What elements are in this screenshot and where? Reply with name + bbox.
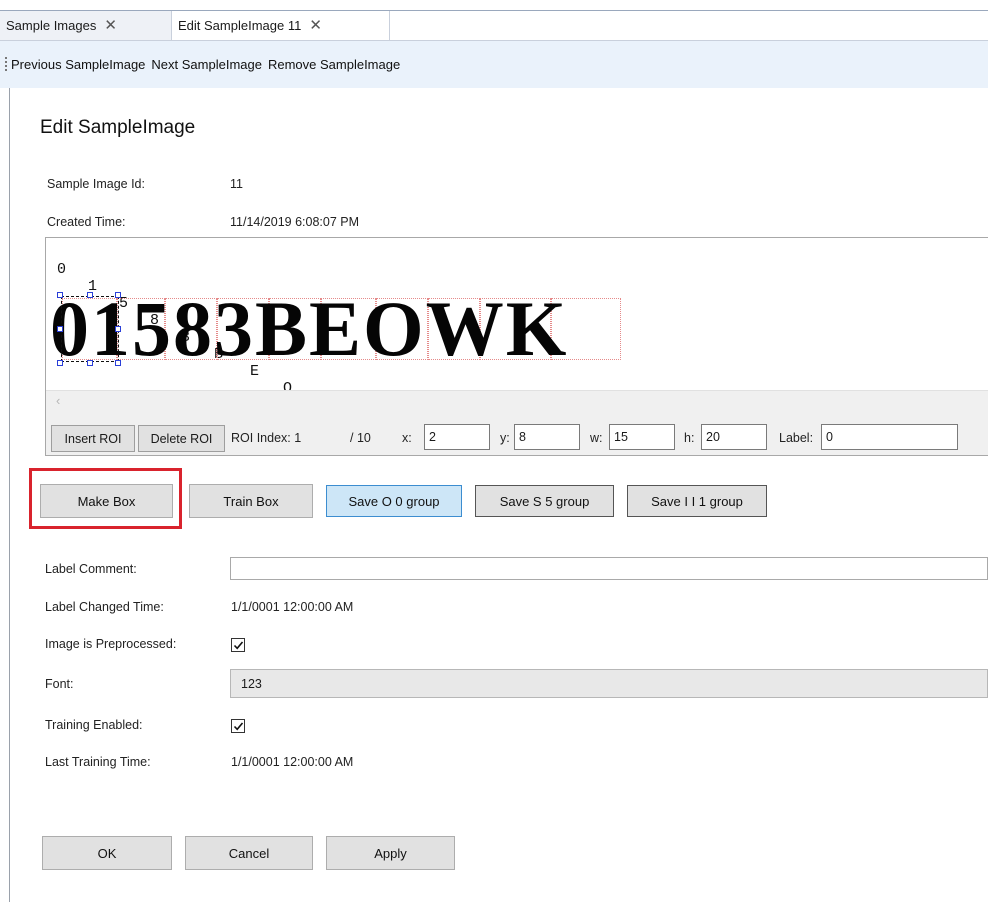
label-label: Label: — [779, 431, 814, 445]
y-input[interactable]: 8 — [514, 424, 580, 450]
highlight-box — [29, 468, 182, 529]
x-label: x: — [402, 431, 412, 445]
delete-roi-button[interactable]: Delete ROI — [138, 425, 225, 452]
tab-label: Sample Images — [6, 18, 97, 33]
checkmark-icon — [233, 722, 244, 731]
label-changed-time-value: 1/1/0001 12:00:00 AM — [231, 600, 354, 614]
resize-handle[interactable] — [115, 326, 121, 332]
training-enabled-label: Training Enabled: — [45, 718, 143, 732]
grip-icon[interactable] — [5, 56, 7, 73]
tab-edit-sampleimage[interactable]: Edit SampleImage 11 ✕ — [172, 11, 390, 40]
label-comment-field[interactable] — [230, 557, 988, 580]
save-s-5-group-button[interactable]: Save S 5 group — [475, 485, 614, 517]
y-label: y: — [500, 431, 510, 445]
close-icon[interactable]: ✕ — [104, 18, 117, 33]
image-preprocessed-label: Image is Preprocessed: — [45, 637, 177, 651]
roi-index-label: ROI Index: 1 — [231, 431, 302, 445]
last-training-time-label: Last Training Time: — [45, 755, 151, 769]
tab-strip: Sample Images ✕ Edit SampleImage 11 ✕ — [0, 0, 988, 40]
x-input[interactable]: 2 — [424, 424, 490, 450]
resize-handle[interactable] — [87, 292, 93, 298]
sample-image-id-label: Sample Image Id: — [47, 177, 145, 191]
roi-letter: 0 — [57, 261, 67, 278]
chevron-left-icon[interactable]: ‹ — [56, 393, 60, 408]
label-input[interactable]: 0 — [821, 424, 958, 450]
resize-handle[interactable] — [57, 326, 63, 332]
created-time-value: 11/14/2019 6:08:07 PM — [230, 215, 360, 229]
remove-sampleimage-button[interactable]: Remove SampleImage — [268, 57, 400, 72]
selected-roi[interactable] — [61, 296, 119, 362]
last-training-time-value: 1/1/0001 12:00:00 AM — [231, 755, 354, 769]
close-icon[interactable]: ✕ — [309, 18, 322, 33]
tab-label: Edit SampleImage 11 — [178, 18, 302, 33]
h-label: h: — [684, 431, 695, 445]
label-changed-time-label: Label Changed Time: — [45, 600, 164, 614]
insert-roi-button[interactable]: Insert ROI — [51, 425, 135, 452]
train-box-button[interactable]: Train Box — [189, 484, 313, 518]
divider — [9, 88, 10, 902]
resize-handle[interactable] — [57, 292, 63, 298]
font-select[interactable]: 123 — [230, 669, 988, 698]
resize-handle[interactable] — [115, 292, 121, 298]
font-select-value: 123 — [241, 676, 262, 691]
sample-image-id-value: 11 — [230, 177, 243, 191]
page-title: Edit SampleImage — [40, 117, 196, 138]
resize-handle[interactable] — [57, 360, 63, 366]
sample-image-text: 01583BEOWK — [50, 285, 569, 372]
previous-sampleimage-button[interactable]: Previous SampleImage — [11, 57, 145, 72]
checkmark-icon — [233, 641, 244, 650]
save-o-0-group-button[interactable]: Save O 0 group — [326, 485, 462, 517]
training-enabled-checkbox[interactable] — [231, 719, 245, 733]
cancel-button[interactable]: Cancel — [185, 836, 313, 870]
ok-button[interactable]: OK — [42, 836, 172, 870]
font-label: Font: — [45, 677, 74, 691]
apply-button[interactable]: Apply — [326, 836, 455, 870]
next-sampleimage-button[interactable]: Next SampleImage — [151, 57, 262, 72]
image-preprocessed-checkbox[interactable] — [231, 638, 245, 652]
label-comment-label: Label Comment: — [45, 562, 137, 576]
tab-sample-images[interactable]: Sample Images ✕ — [0, 11, 172, 40]
w-label: w: — [590, 431, 603, 445]
created-time-label: Created Time: — [47, 215, 126, 229]
horizontal-scrollbar[interactable]: ‹ — [46, 390, 988, 414]
w-input[interactable]: 15 — [609, 424, 675, 450]
resize-handle[interactable] — [87, 360, 93, 366]
h-input[interactable]: 20 — [701, 424, 767, 450]
command-bar: Previous SampleImage Next SampleImage Re… — [0, 41, 988, 88]
save-i-1-group-button[interactable]: Save I I 1 group — [627, 485, 767, 517]
resize-handle[interactable] — [115, 360, 121, 366]
roi-total-label: / 10 — [350, 431, 371, 445]
